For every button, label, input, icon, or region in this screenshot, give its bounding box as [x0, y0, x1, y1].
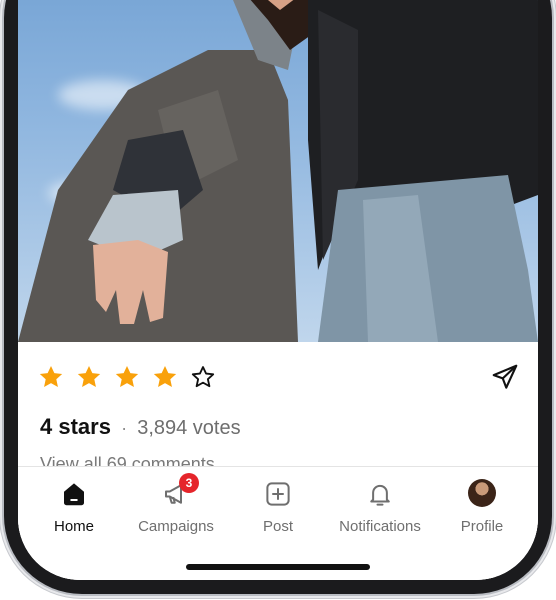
tab-profile[interactable]: Profile — [430, 479, 534, 535]
tab-label: Profile — [460, 518, 504, 535]
avatar — [468, 479, 496, 507]
rating-summary: 4 stars · 3,894 votes — [40, 414, 241, 440]
tab-label: Campaigns — [138, 518, 214, 535]
plus-square-icon — [266, 482, 290, 506]
star-filled-icon[interactable] — [114, 364, 140, 390]
votes-count: 3,894 votes — [137, 417, 241, 439]
star-filled-icon[interactable] — [76, 364, 102, 390]
tab-label: Notifications — [339, 518, 421, 535]
star-empty-icon[interactable] — [190, 364, 216, 390]
star-filled-icon[interactable] — [152, 364, 178, 390]
star-rating[interactable] — [38, 364, 216, 390]
notification-badge: 3 — [179, 473, 199, 493]
separator: · — [121, 418, 128, 438]
rating-text: 4 stars — [40, 414, 111, 439]
tab-label: Home — [53, 518, 94, 535]
tab-label: Post — [262, 518, 293, 535]
bottom-tab-bar: Home 3 Campaigns Post Notifications Prof… — [18, 466, 538, 580]
photo-figures — [18, 0, 538, 342]
tab-campaigns[interactable]: 3 Campaigns — [124, 473, 228, 535]
post-photo[interactable] — [18, 0, 538, 342]
send-icon[interactable] — [490, 362, 520, 392]
tab-home[interactable]: Home — [22, 479, 126, 535]
home-indicator — [186, 564, 370, 570]
tab-notifications[interactable]: Notifications — [328, 479, 432, 535]
home-icon — [64, 483, 84, 506]
screen: 4 stars · 3,894 votes View all 69 commen… — [18, 0, 538, 580]
star-filled-icon[interactable] — [38, 364, 64, 390]
bell-icon — [370, 484, 390, 506]
tab-post[interactable]: Post — [226, 479, 330, 535]
megaphone-icon-wrap: 3 — [161, 473, 199, 509]
